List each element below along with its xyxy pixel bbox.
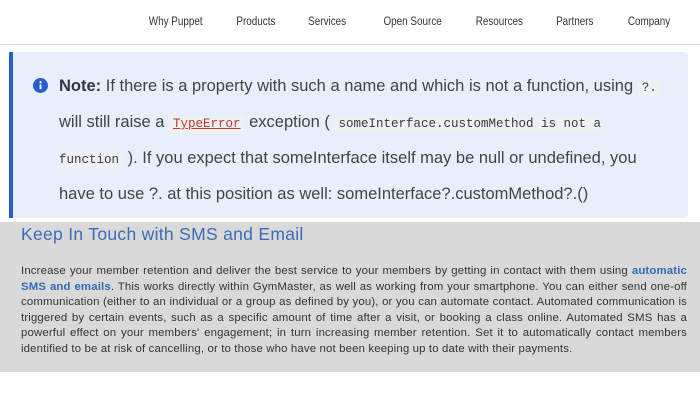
inline-code-optional-chaining: ?. bbox=[637, 79, 661, 97]
body-text-segment: Increase your member retention and deliv… bbox=[21, 265, 632, 277]
nav-item-products[interactable]: Products bbox=[236, 16, 275, 28]
nav-item-open-source[interactable]: Open Source bbox=[383, 16, 441, 28]
note-callout: Note: If there is a property with such a… bbox=[9, 52, 688, 218]
body-text-segment: . This works directly within GymMaster, … bbox=[21, 280, 687, 355]
nav-item-why-puppet[interactable]: Why Puppet bbox=[149, 16, 203, 28]
top-navigation: Why Puppet Products Services Open Source… bbox=[0, 0, 700, 45]
sms-email-section: Keep In Touch with SMS and Email Increas… bbox=[0, 222, 700, 372]
nav-menu: Why Puppet Products Services Open Source… bbox=[140, 0, 670, 44]
typeerror-link[interactable]: TypeError bbox=[169, 115, 245, 133]
section-body: Increase your member retention and deliv… bbox=[21, 264, 687, 358]
nav-item-resources[interactable]: Resources bbox=[476, 16, 523, 28]
note-text-segment: will still raise a bbox=[59, 113, 170, 131]
section-heading: Keep In Touch with SMS and Email bbox=[21, 224, 304, 244]
info-icon bbox=[33, 78, 48, 93]
note-label: Note: bbox=[59, 77, 102, 95]
note-text: Note: If there is a property with such a… bbox=[59, 69, 669, 211]
nav-item-company[interactable]: Company bbox=[628, 16, 670, 28]
nav-item-services[interactable]: Services bbox=[309, 16, 347, 28]
note-text-segment: exception ( bbox=[244, 113, 335, 131]
note-text-segment: ). If you expect that someInterface itse… bbox=[59, 149, 637, 203]
nav-item-partners[interactable]: Partners bbox=[556, 16, 593, 28]
note-text-segment: If there is a property with such a name … bbox=[101, 77, 638, 95]
